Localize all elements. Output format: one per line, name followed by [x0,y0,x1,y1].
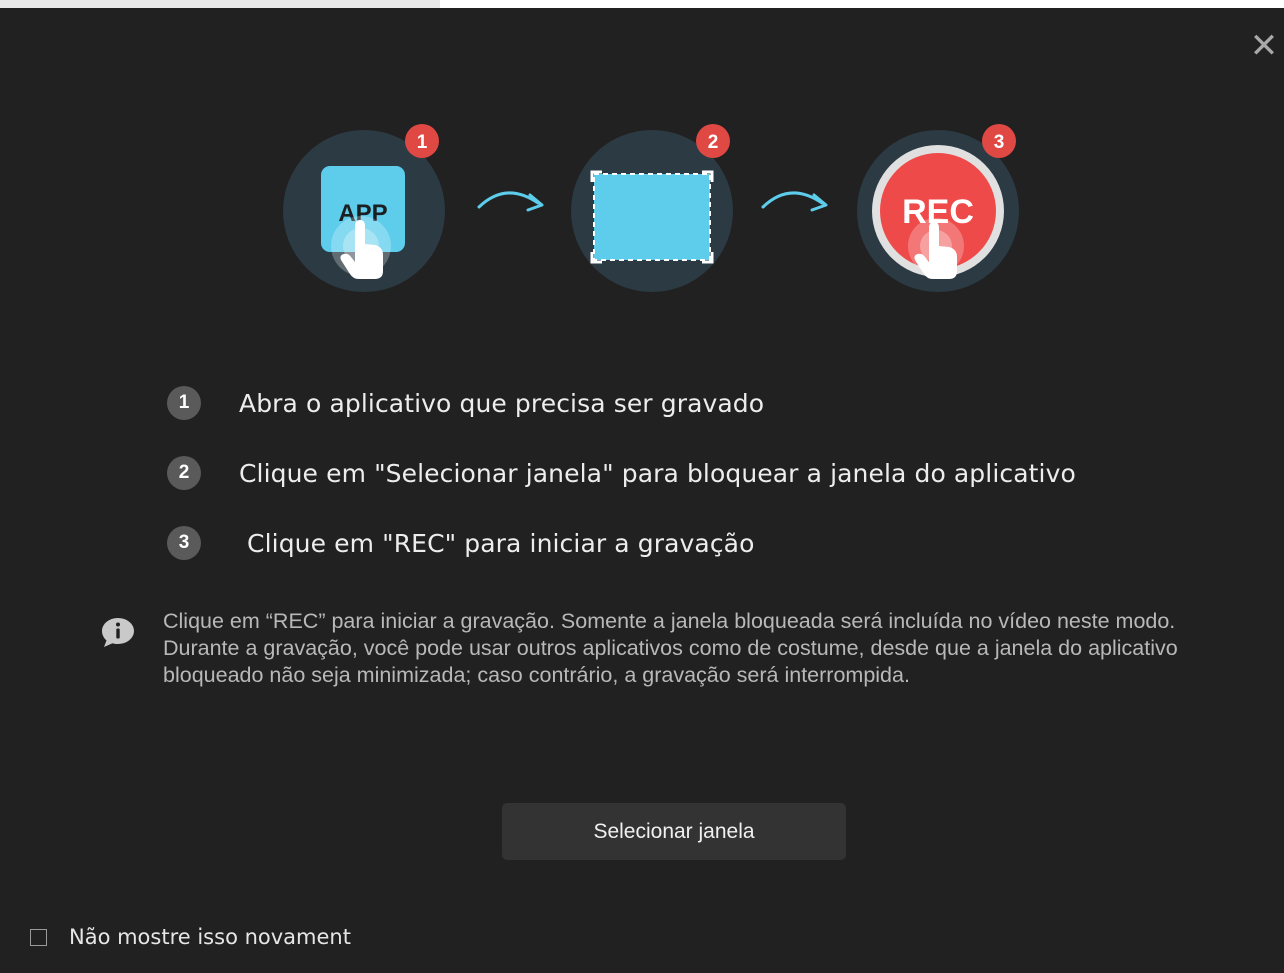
svg-text:3: 3 [994,132,1005,153]
info-bubble-icon [102,618,134,647]
svg-text:2: 2 [708,132,719,153]
step-list: 1 Abra o aplicativo que precisa ser grav… [167,368,1076,578]
step-text: Clique em "Selecionar janela" para bloqu… [239,458,1076,488]
step-number: 1 [167,386,201,420]
dialog: ✕ APP 1 2 REC 3 1 Abra o aplicativo que … [0,8,1284,973]
step-text: Clique em "REC" para iniciar a gravação [239,528,755,558]
badge-2: 2 [695,123,731,159]
badge-1: 1 [404,123,440,159]
step-text: Abra o aplicativo que precisa ser gravad… [239,388,765,418]
dont-show-again-checkbox[interactable] [30,928,47,946]
arrow-1-icon [477,191,544,212]
select-window-button[interactable]: Selecionar janela [502,803,846,860]
step-item: 2 Clique em "Selecionar janela" para blo… [167,438,1076,508]
step-item: 1 Abra o aplicativo que precisa ser grav… [167,368,1076,438]
step-item: 3 Clique em "REC" para iniciar a gravaçã… [167,508,1076,578]
svg-text:1: 1 [417,132,428,153]
arrow-2-icon [761,191,828,212]
step-number: 3 [167,526,201,560]
close-button[interactable]: ✕ [1248,29,1280,63]
dont-show-again-label[interactable]: Não mostre isso novament [69,925,351,949]
dont-show-again-row[interactable]: Não mostre isso novament [30,925,351,949]
info-text: Clique em “REC” para iniciar a gravação.… [163,609,1178,687]
top-strip [0,0,440,8]
badge-3: 3 [981,123,1017,159]
step-number: 2 [167,456,201,490]
